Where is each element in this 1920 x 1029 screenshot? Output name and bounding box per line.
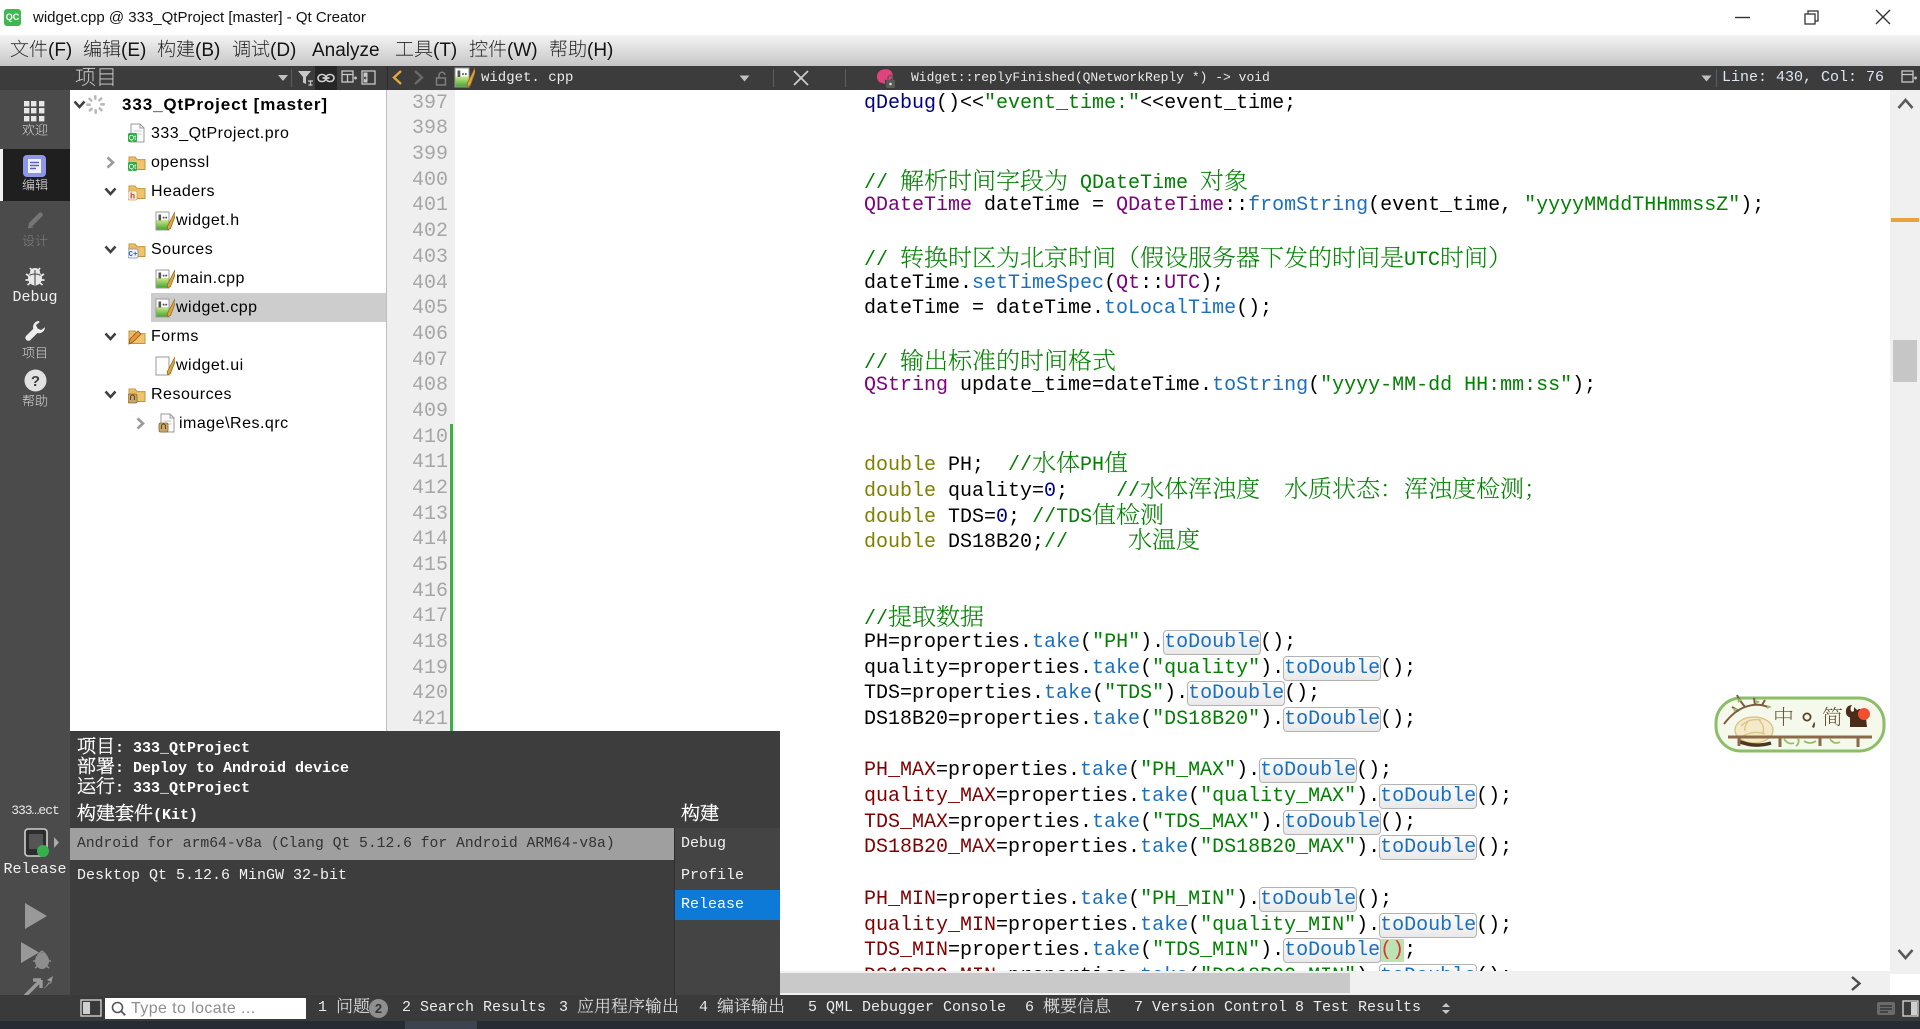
svg-text:C+: C+ bbox=[128, 251, 138, 259]
svg-text:h: h bbox=[130, 192, 135, 202]
svg-text:Qt: Qt bbox=[129, 164, 136, 171]
svg-text:Qt: Qt bbox=[129, 135, 136, 142]
svg-text:?: ? bbox=[31, 373, 40, 390]
